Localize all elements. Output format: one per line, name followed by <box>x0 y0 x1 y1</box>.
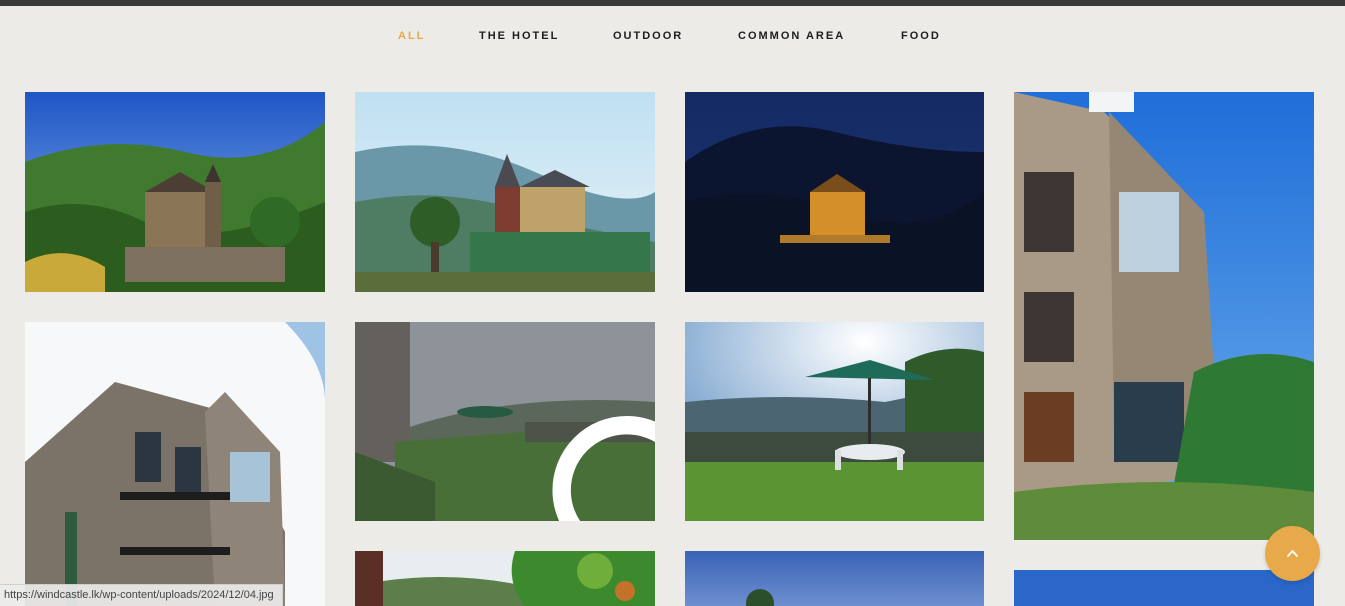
filter-common-area[interactable]: COMMON AREA <box>738 30 845 42</box>
gallery-image-stone-tower[interactable] <box>1014 92 1314 540</box>
gallery-image-sky-view[interactable] <box>685 551 984 606</box>
filter-the-hotel[interactable]: THE HOTEL <box>479 30 559 42</box>
filter-all[interactable]: ALL <box>398 30 425 42</box>
magnifier-icon[interactable] <box>492 406 655 521</box>
filter-outdoor[interactable]: OUTDOOR <box>613 30 683 42</box>
scroll-to-top-button[interactable] <box>1265 526 1320 581</box>
gallery-image-castle-night[interactable] <box>685 92 984 292</box>
chevron-up-icon <box>1287 550 1298 557</box>
browser-status-bar: https://windcastle.lk/wp-content/uploads… <box>0 584 283 606</box>
gallery-image-terrace[interactable] <box>685 322 984 521</box>
gallery-image-stone-building[interactable] <box>25 322 325 606</box>
gallery-image-blue-sky[interactable] <box>1014 570 1314 606</box>
filter-food[interactable]: FOOD <box>901 30 941 42</box>
gallery-image-castle-day[interactable] <box>25 92 325 292</box>
gallery-image-garden-lawn[interactable] <box>355 322 655 521</box>
gallery-filter-nav: ALL THE HOTEL OUTDOOR COMMON AREA FOOD <box>0 30 1345 44</box>
gallery-image-castle-valley[interactable] <box>355 92 655 292</box>
top-border-bar <box>0 0 1345 6</box>
gallery-image-garden-foliage[interactable] <box>355 551 655 606</box>
